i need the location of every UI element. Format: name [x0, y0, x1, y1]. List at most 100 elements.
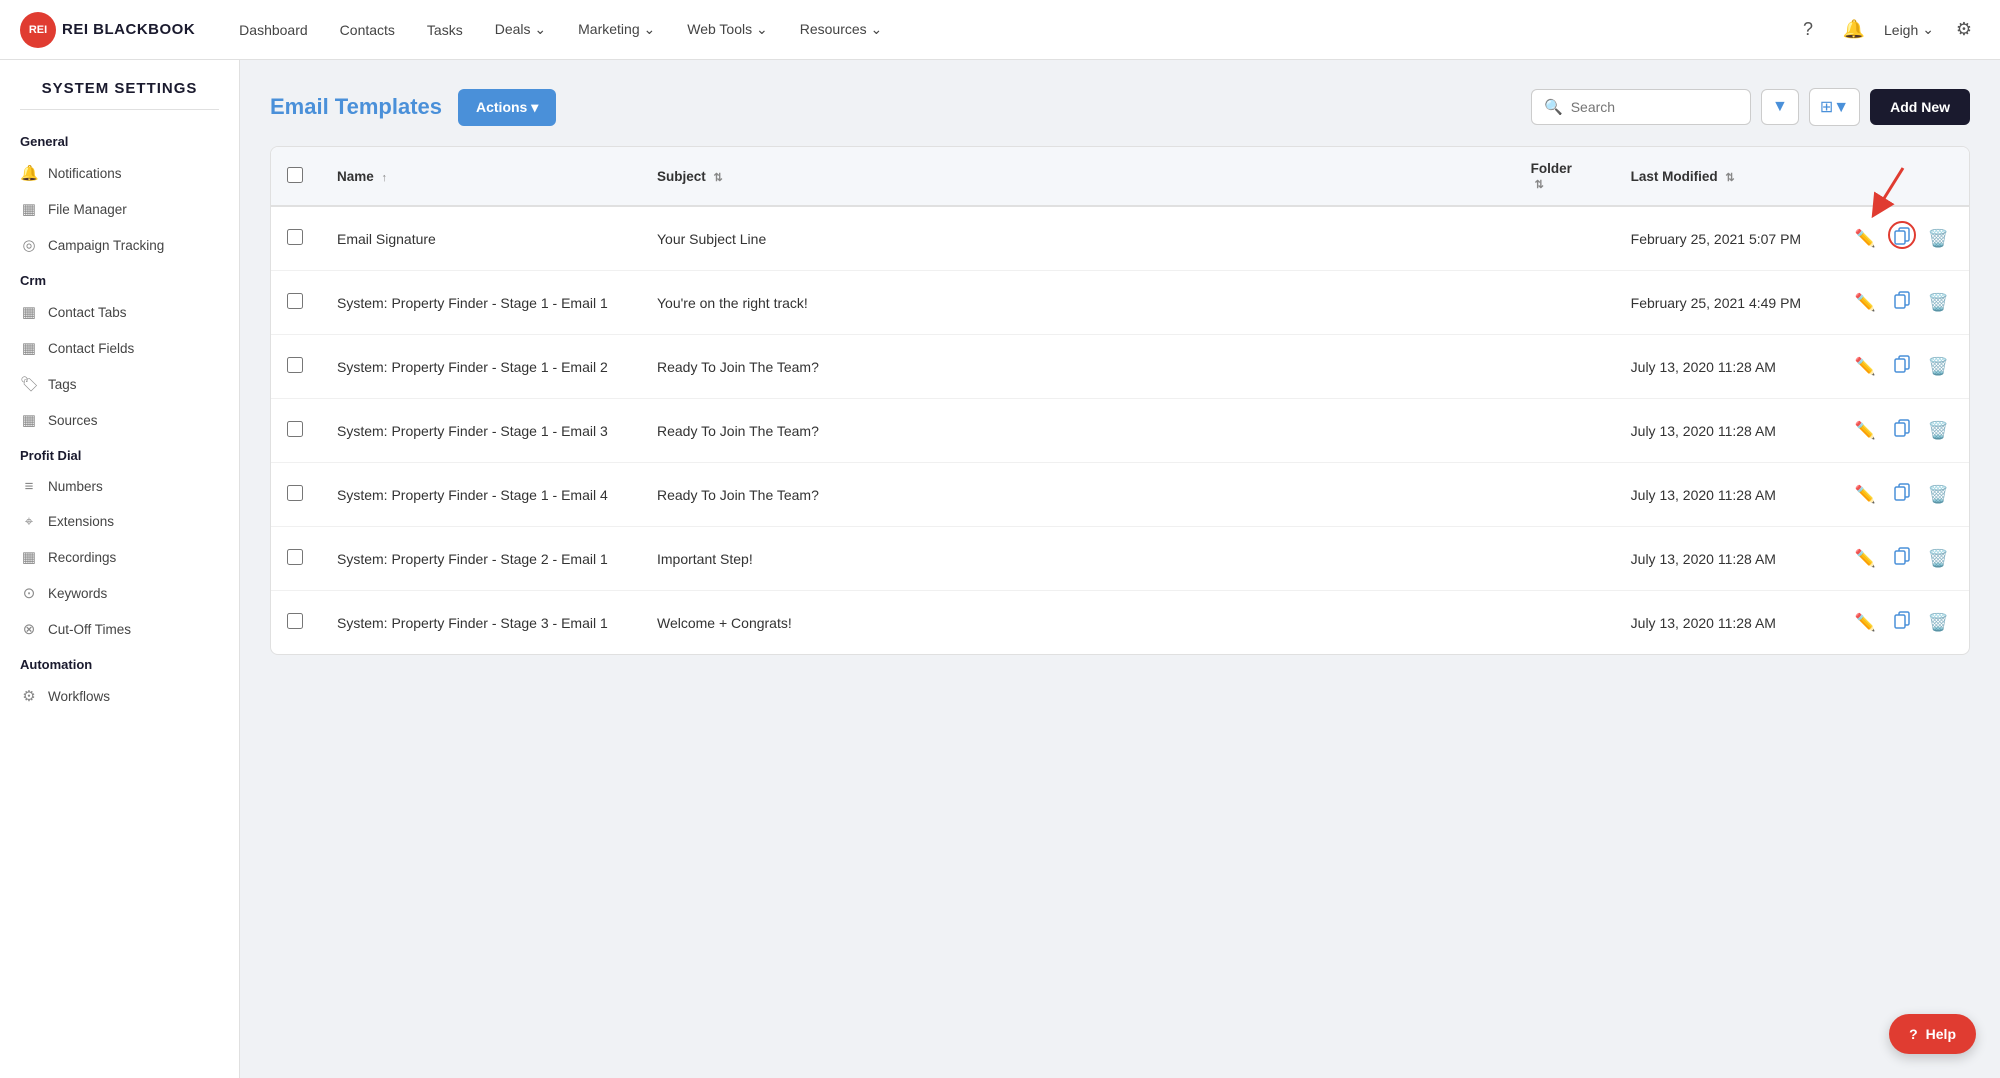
- delete-button[interactable]: 🗑️: [1924, 609, 1953, 637]
- copy-button[interactable]: [1890, 415, 1914, 446]
- row-checkbox[interactable]: [287, 485, 303, 501]
- row-actions: ✏️ 🗑️: [1835, 206, 1969, 271]
- help-button[interactable]: ? Help: [1889, 1014, 1976, 1054]
- search-input[interactable]: [1571, 99, 1738, 115]
- table-row: System: Property Finder - Stage 1 - Emai…: [271, 399, 1969, 463]
- table-header: Name ↑ Subject ⇅ Folder⇅ Last Modified ⇅: [271, 147, 1969, 206]
- row-checkbox[interactable]: [287, 293, 303, 309]
- row-name: System: Property Finder - Stage 1 - Emai…: [321, 271, 641, 335]
- column-filter-button[interactable]: ⊞▼: [1809, 88, 1860, 126]
- edit-button[interactable]: ✏️: [1851, 417, 1880, 445]
- sidebar-item-extensions[interactable]: ⌖ Extensions: [0, 504, 239, 539]
- subject-sort-icon: ⇅: [714, 172, 723, 184]
- copy-button[interactable]: [1890, 543, 1914, 574]
- nav-marketing[interactable]: Marketing ⌄: [564, 13, 669, 46]
- table-container: Name ↑ Subject ⇅ Folder⇅ Last Modified ⇅: [270, 146, 1970, 655]
- modified-sort-icon: ⇅: [1725, 172, 1734, 184]
- sidebar-item-campaign-tracking[interactable]: ◎ Campaign Tracking: [0, 227, 239, 263]
- row-subject: Important Step!: [641, 527, 1515, 591]
- edit-button[interactable]: ✏️: [1851, 545, 1880, 573]
- name-column-header[interactable]: Name ↑: [321, 147, 641, 206]
- row-last-modified: February 25, 2021 5:07 PM: [1615, 206, 1835, 271]
- sidebar-item-contact-fields[interactable]: ▦ Contact Fields: [0, 330, 239, 366]
- delete-button[interactable]: 🗑️: [1924, 481, 1953, 509]
- edit-button[interactable]: ✏️: [1851, 289, 1880, 317]
- delete-button[interactable]: 🗑️: [1924, 225, 1953, 253]
- row-checkbox[interactable]: [287, 229, 303, 245]
- help-circle-icon: ?: [1909, 1026, 1918, 1042]
- table-body: Email SignatureYour Subject LineFebruary…: [271, 206, 1969, 654]
- nav-resources[interactable]: Resources ⌄: [786, 13, 897, 46]
- contact-fields-icon: ▦: [20, 339, 38, 357]
- sidebar-item-workflows[interactable]: ⚙ Workflows: [0, 678, 239, 714]
- row-last-modified: July 13, 2020 11:28 AM: [1615, 463, 1835, 527]
- delete-button[interactable]: 🗑️: [1924, 289, 1953, 317]
- select-all-checkbox[interactable]: [287, 167, 303, 183]
- sidebar-section-automation: Automation: [0, 647, 239, 678]
- add-new-button[interactable]: Add New: [1870, 89, 1970, 125]
- user-menu[interactable]: Leigh ⌄: [1884, 21, 1934, 38]
- edit-button[interactable]: ✏️: [1851, 225, 1880, 253]
- modified-column-header[interactable]: Last Modified ⇅: [1615, 147, 1835, 206]
- row-checkbox[interactable]: [287, 613, 303, 629]
- sidebar-item-label: Contact Fields: [48, 341, 134, 356]
- row-last-modified: July 13, 2020 11:28 AM: [1615, 335, 1835, 399]
- sidebar-item-label: Keywords: [48, 586, 107, 601]
- edit-button[interactable]: ✏️: [1851, 481, 1880, 509]
- main-content: Email Templates Actions ▾ 🔍 ▼ ⊞▼ Add New: [240, 60, 2000, 1078]
- sidebar-item-label: Cut-Off Times: [48, 622, 131, 637]
- nav-contacts[interactable]: Contacts: [326, 14, 409, 46]
- row-folder: [1515, 463, 1615, 527]
- search-icon: 🔍: [1544, 98, 1563, 116]
- row-checkbox[interactable]: [287, 421, 303, 437]
- notifications-icon[interactable]: 🔔: [1838, 14, 1870, 46]
- sidebar-item-numbers[interactable]: ≡ Numbers: [0, 469, 239, 504]
- recordings-icon: ▦: [20, 548, 38, 566]
- copy-button[interactable]: [1890, 223, 1914, 254]
- delete-button[interactable]: 🗑️: [1924, 545, 1953, 573]
- actions-button[interactable]: Actions ▾: [458, 89, 556, 126]
- sidebar-item-sources[interactable]: ▦ Sources: [0, 402, 239, 438]
- delete-button[interactable]: 🗑️: [1924, 353, 1953, 381]
- row-name: Email Signature: [321, 206, 641, 271]
- edit-button[interactable]: ✏️: [1851, 609, 1880, 637]
- row-folder: [1515, 591, 1615, 655]
- sidebar-section-general: General: [0, 124, 239, 155]
- sidebar-item-contact-tabs[interactable]: ▦ Contact Tabs: [0, 294, 239, 330]
- folder-column-header[interactable]: Folder⇅: [1515, 147, 1615, 206]
- row-checkbox[interactable]: [287, 549, 303, 565]
- sidebar-item-keywords[interactable]: ⊙ Keywords: [0, 575, 239, 611]
- copy-button[interactable]: [1890, 607, 1914, 638]
- select-all-header: [271, 147, 321, 206]
- nav-deals[interactable]: Deals ⌄: [481, 13, 560, 46]
- row-actions: ✏️ 🗑️: [1835, 463, 1969, 527]
- sidebar-item-label: Campaign Tracking: [48, 238, 164, 253]
- cutoff-icon: ⊗: [20, 620, 38, 638]
- copy-button[interactable]: [1890, 479, 1914, 510]
- sidebar-item-label: Notifications: [48, 166, 122, 181]
- nav-dashboard[interactable]: Dashboard: [225, 14, 322, 46]
- edit-button[interactable]: ✏️: [1851, 353, 1880, 381]
- logo[interactable]: REI REI BLACKBOOK: [20, 12, 195, 48]
- sidebar-item-recordings[interactable]: ▦ Recordings: [0, 539, 239, 575]
- delete-button[interactable]: 🗑️: [1924, 417, 1953, 445]
- subject-column-header[interactable]: Subject ⇅: [641, 147, 1515, 206]
- user-chevron-icon: ⌄: [1922, 21, 1934, 38]
- layout: SYSTEM SETTINGS General 🔔 Notifications …: [0, 60, 2000, 1078]
- nav-webtools[interactable]: Web Tools ⌄: [673, 13, 781, 46]
- sidebar-item-tags[interactable]: 🏷 Tags: [0, 366, 239, 402]
- nav-tasks[interactable]: Tasks: [413, 14, 477, 46]
- sidebar-item-cutoff-times[interactable]: ⊗ Cut-Off Times: [0, 611, 239, 647]
- settings-icon[interactable]: ⚙: [1948, 14, 1980, 46]
- help-icon[interactable]: ?: [1792, 14, 1824, 46]
- row-folder: [1515, 335, 1615, 399]
- sidebar-item-notifications[interactable]: 🔔 Notifications: [0, 155, 239, 191]
- filter-button[interactable]: ▼: [1761, 89, 1799, 125]
- top-nav: REI REI BLACKBOOK Dashboard Contacts Tas…: [0, 0, 2000, 60]
- sidebar-section-crm: Crm: [0, 263, 239, 294]
- sidebar-item-file-manager[interactable]: ▦ File Manager: [0, 191, 239, 227]
- copy-button[interactable]: [1890, 351, 1914, 382]
- row-checkbox[interactable]: [287, 357, 303, 373]
- email-templates-table: Name ↑ Subject ⇅ Folder⇅ Last Modified ⇅: [271, 147, 1969, 654]
- copy-button[interactable]: [1890, 287, 1914, 318]
